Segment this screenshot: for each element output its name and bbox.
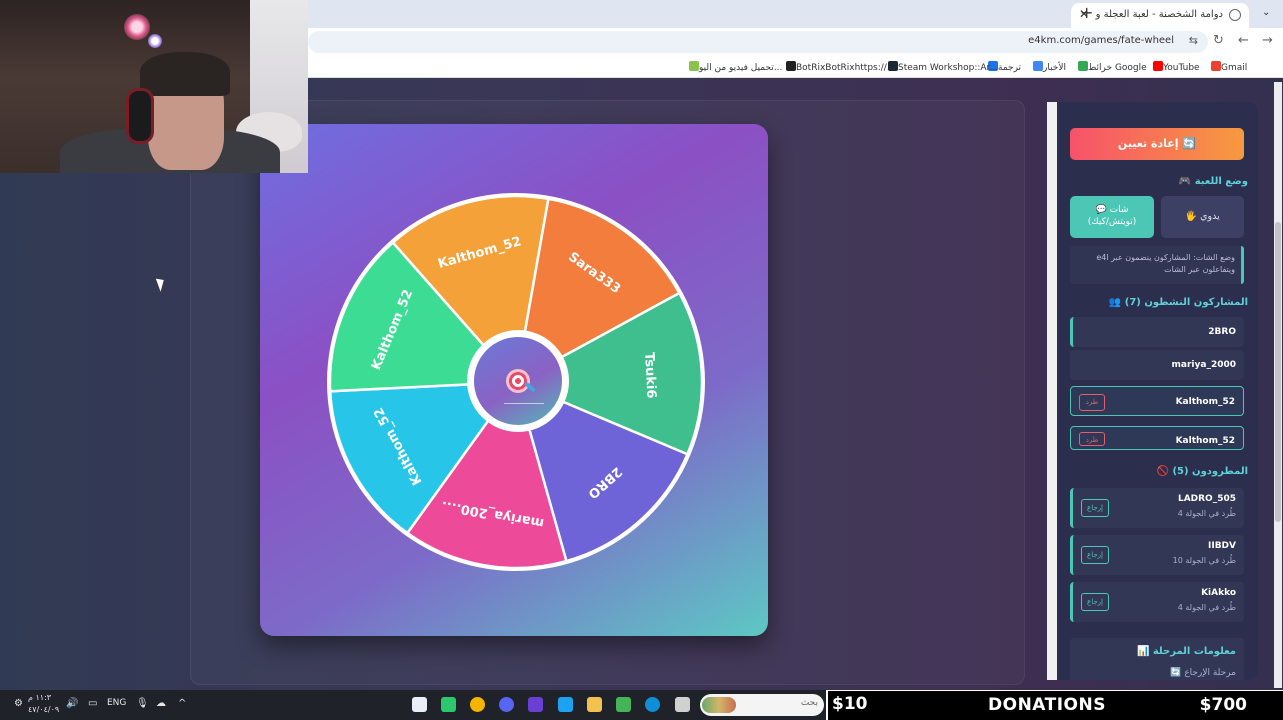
forward-icon[interactable]: ←: [1238, 33, 1249, 48]
reset-button[interactable]: إعادة تعيين 🔄: [1070, 128, 1244, 160]
donations-overlay: $10 DONATIONS $700: [826, 690, 1283, 720]
control-panel: إعادة تعيين 🔄 وضع اللعبة 🎮 💬 شات (تويتش/…: [1047, 102, 1258, 680]
kicked-title: المطرودون (5) 🚫: [1156, 466, 1248, 477]
volume-icon[interactable]: 🔊: [66, 698, 78, 709]
edge-icon[interactable]: [645, 697, 660, 712]
headphones-icon: [126, 88, 154, 144]
participant-row: Kalthom_52 طرد: [1070, 386, 1244, 416]
tab-search-icon[interactable]: ⌄: [1262, 7, 1270, 18]
page-scrollbar[interactable]: [1274, 82, 1282, 688]
new-tab-button[interactable]: +: [1080, 3, 1093, 22]
app-icon[interactable]: [675, 697, 690, 712]
folder-icon[interactable]: [587, 697, 602, 712]
bookmark-steam[interactable]: Steam Workshop::Ar...: [885, 61, 998, 73]
stage-line: مرحلة الإرجاع 🔄: [1170, 668, 1236, 678]
cloud-icon[interactable]: ☁: [156, 698, 166, 709]
tab-title: دوامة الشخصنة - لعبة العجلة وال: [1095, 9, 1223, 20]
app-icon[interactable]: [616, 697, 631, 712]
kick-button[interactable]: طرد: [1079, 394, 1105, 411]
app-icon[interactable]: [412, 697, 427, 712]
app-icon[interactable]: [558, 697, 573, 712]
stage-info-title: معلومات المرحلة 📊: [1136, 646, 1236, 657]
game-mode-title: وضع اللعبة 🎮: [1178, 176, 1248, 187]
kicked-row: KiAkko طُرد في الجولة 4 إرجاع: [1070, 582, 1244, 622]
stage-info-box: معلومات المرحلة 📊 مرحلة الإرجاع 🔄: [1070, 638, 1244, 680]
taskbar-search[interactable]: بحث: [700, 694, 824, 716]
url-field[interactable]: e4km.com/games/fate-wheel ⇆: [308, 31, 1208, 53]
wheel-segment-label: Tsuki6: [641, 352, 658, 399]
bookmark-downloader[interactable]: تحميل فيديو من اليو...: [686, 61, 782, 73]
chrome-icon[interactable]: [470, 697, 485, 712]
discord-icon[interactable]: [499, 697, 514, 712]
settings-tray-icon[interactable]: ⚙: [14, 698, 23, 709]
donations-title: DONATIONS: [988, 695, 1106, 715]
network-icon[interactable]: ▭: [88, 698, 97, 709]
active-participants-title: المشاركون النشطون (7) 👥: [1108, 297, 1248, 308]
kicked-row: IIBDV طُرد في الجولة 10 إرجاع: [1070, 535, 1244, 575]
restore-button[interactable]: إرجاع: [1081, 499, 1109, 517]
bookmark-gmail[interactable]: Gmail: [1208, 61, 1247, 73]
back-icon[interactable]: →: [1262, 33, 1273, 48]
donation-last: $10: [832, 694, 868, 714]
globe-icon: [1229, 9, 1241, 21]
bookmark-news[interactable]: الأخبار: [1030, 61, 1066, 73]
language-indicator[interactable]: ENG: [107, 698, 126, 708]
app-icon[interactable]: [441, 697, 456, 712]
microphone-icon[interactable]: 🎙: [136, 698, 149, 709]
taskbar: ⚙ ١١:٣ م ٤٧/٠٤/٠٩ 🔊 ▭ ENG 🎙 ☁ ^ بحث $10 …: [0, 690, 1283, 720]
webcam-overlay: [0, 0, 308, 173]
clock-time[interactable]: ١١:٣ م: [28, 693, 51, 702]
wheel-hub[interactable]: [467, 330, 569, 432]
url-text: e4km.com/games/fate-wheel: [1028, 35, 1174, 46]
mode-description: وضع الشات: المشاركون ينضمون عبر e4l ويتف…: [1070, 246, 1244, 284]
app-icon[interactable]: [528, 697, 543, 712]
site-settings-icon[interactable]: ⇆: [1189, 34, 1198, 47]
restore-button[interactable]: إرجاع: [1081, 546, 1109, 564]
kick-button[interactable]: طرد: [1079, 432, 1105, 446]
chat-mode-button[interactable]: 💬 شات (تويتش/كيك): [1070, 196, 1154, 238]
donations-total: $700: [1199, 695, 1247, 715]
bookmark-youtube[interactable]: YouTube: [1150, 61, 1200, 73]
manual-mode-button[interactable]: 🖐 يدوي: [1161, 196, 1244, 238]
restore-button[interactable]: إرجاع: [1081, 593, 1109, 611]
participant-row: mariya_2000: [1070, 350, 1244, 380]
clock-date[interactable]: ٤٧/٠٤/٠٩: [28, 705, 59, 714]
bookmark-maps[interactable]: خرائط Google: [1075, 61, 1147, 73]
bookmark-botrix[interactable]: BotRixBotRixhttps://...: [783, 61, 895, 73]
active-tab[interactable]: دوامة الشخصنة - لعبة العجلة وال ✕: [1071, 3, 1249, 28]
kicked-row: LADRO_505 طُرد في الجولة 4 إرجاع: [1070, 488, 1244, 528]
participant-row: Kalthom_52 طرد: [1070, 426, 1244, 450]
participant-row: 2BRO: [1070, 317, 1244, 347]
tray-expand-icon[interactable]: ^: [178, 698, 186, 709]
reload-icon[interactable]: ↻: [1213, 33, 1224, 48]
